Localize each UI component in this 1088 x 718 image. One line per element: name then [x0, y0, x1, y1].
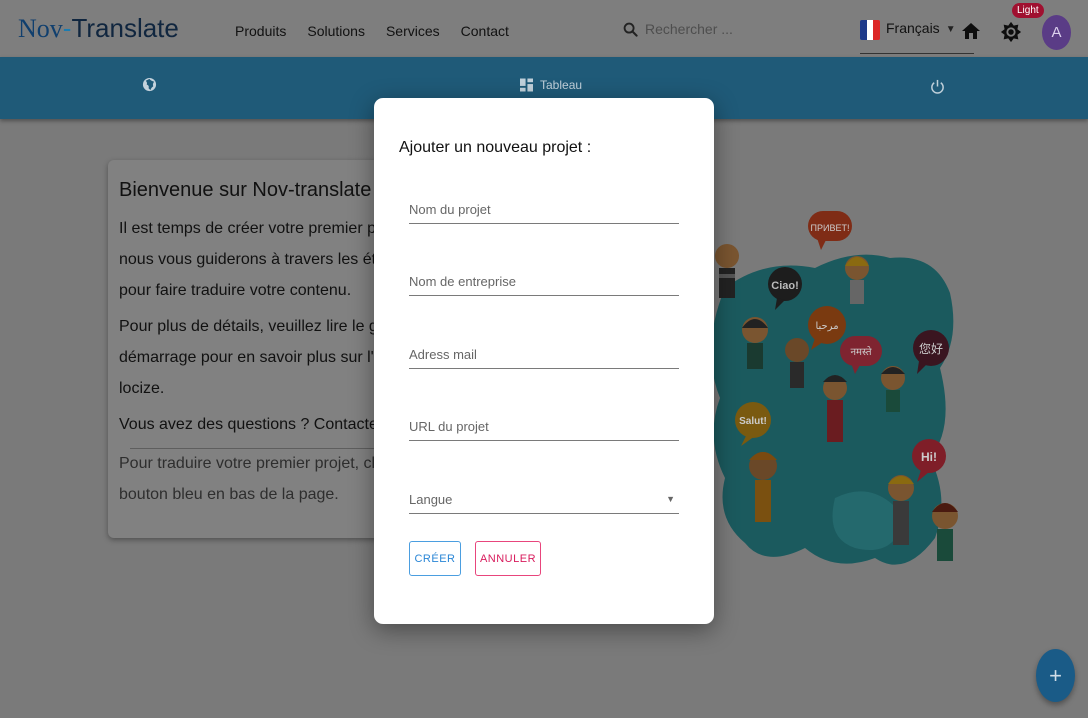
welcome-text-line: Pour plus de détails, veuillez lire le g…: [119, 318, 409, 335]
welcome-text-line: démarrage pour en savoir plus sur l'util…: [119, 349, 415, 366]
avatar[interactable]: A: [1042, 15, 1071, 50]
welcome-text-line: Il est temps de créer votre premier proj…: [119, 220, 412, 237]
new-project-dialog: Ajouter un nouveau projet : Langue ▼ CRÉ…: [374, 98, 714, 624]
cancel-button[interactable]: ANNULER: [475, 541, 541, 576]
email-input[interactable]: [409, 347, 679, 362]
email-field[interactable]: [409, 335, 679, 369]
top-navbar: Nov-Translate Produits Solutions Service…: [0, 0, 1088, 57]
caret-down-icon: ▼: [945, 24, 956, 35]
welcome-text-line: locize.: [119, 380, 165, 397]
brightness-icon[interactable]: [1000, 20, 1022, 44]
france-flag-icon: [860, 20, 880, 40]
tab-tableau[interactable]: Tableau: [520, 78, 582, 92]
project-name-input[interactable]: [409, 202, 679, 217]
create-button[interactable]: CRÉER: [409, 541, 461, 576]
speech-bubble-privet: ПРИВЕТ!: [808, 211, 852, 250]
languages-illustration: ПРИВЕТ! Ciao! مرحبا नमस्ते 您好 Salut! Hi!: [711, 211, 958, 565]
welcome-hint-line: Pour traduire votre premier projet, cliq…: [119, 455, 414, 472]
welcome-text-line: nous vous guiderons à travers les étapes: [119, 251, 411, 268]
language-select-field[interactable]: Langue ▼: [409, 480, 679, 514]
bubble-text: Ciao!: [771, 280, 799, 292]
nav-produits[interactable]: Produits: [235, 23, 286, 39]
language-select-label: Langue: [409, 492, 453, 507]
flag-stripe-blue: [860, 20, 867, 40]
bubble-text: Salut!: [739, 416, 767, 427]
welcome-text-line: pour faire traduire votre contenu.: [119, 282, 352, 299]
nav-services[interactable]: Services: [386, 23, 440, 39]
search-box[interactable]: Rechercher ...: [623, 21, 733, 37]
dialog-title: Ajouter un nouveau projet :: [399, 139, 592, 156]
brand-part1: Nov: [18, 14, 63, 43]
flag-stripe-white: [866, 20, 874, 40]
globe-icon[interactable]: [142, 77, 157, 92]
bubble-text: Hi!: [921, 450, 937, 464]
language-label: Français: [886, 20, 940, 36]
flag-stripe-red: [873, 20, 880, 40]
nav-solutions[interactable]: Solutions: [307, 23, 365, 39]
welcome-hint-line: bouton bleu en bas de la page.: [119, 486, 339, 503]
home-icon[interactable]: [961, 20, 981, 42]
brand-part2: Translate: [71, 13, 179, 43]
dashboard-icon: [520, 78, 533, 92]
company-name-input[interactable]: [409, 274, 679, 289]
theme-badge: Light: [1012, 3, 1044, 18]
brand-logo[interactable]: Nov-Translate: [18, 13, 179, 44]
tab-tableau-label: Tableau: [540, 78, 583, 92]
welcome-title: Bienvenue sur Nov-translate: [119, 179, 372, 201]
main-nav: Produits Solutions Services Contact: [235, 23, 530, 39]
project-name-field[interactable]: [409, 190, 679, 224]
power-icon[interactable]: [930, 79, 945, 94]
dropdown-arrow-icon[interactable]: ▼: [666, 494, 675, 504]
bubble-text: مرحبا: [815, 321, 838, 332]
language-select[interactable]: Français ▼: [860, 20, 974, 54]
company-name-field[interactable]: [409, 262, 679, 296]
search-input[interactable]: Rechercher ...: [645, 21, 733, 37]
bubble-text: नमस्ते: [850, 346, 871, 358]
bubble-text: ПРИВЕТ!: [811, 223, 850, 233]
bubble-text: 您好: [919, 341, 943, 356]
project-url-field[interactable]: [409, 407, 679, 441]
nav-contact[interactable]: Contact: [461, 23, 509, 39]
add-project-fab[interactable]: +: [1036, 649, 1075, 702]
search-icon[interactable]: [623, 22, 638, 37]
project-url-input[interactable]: [409, 419, 679, 434]
